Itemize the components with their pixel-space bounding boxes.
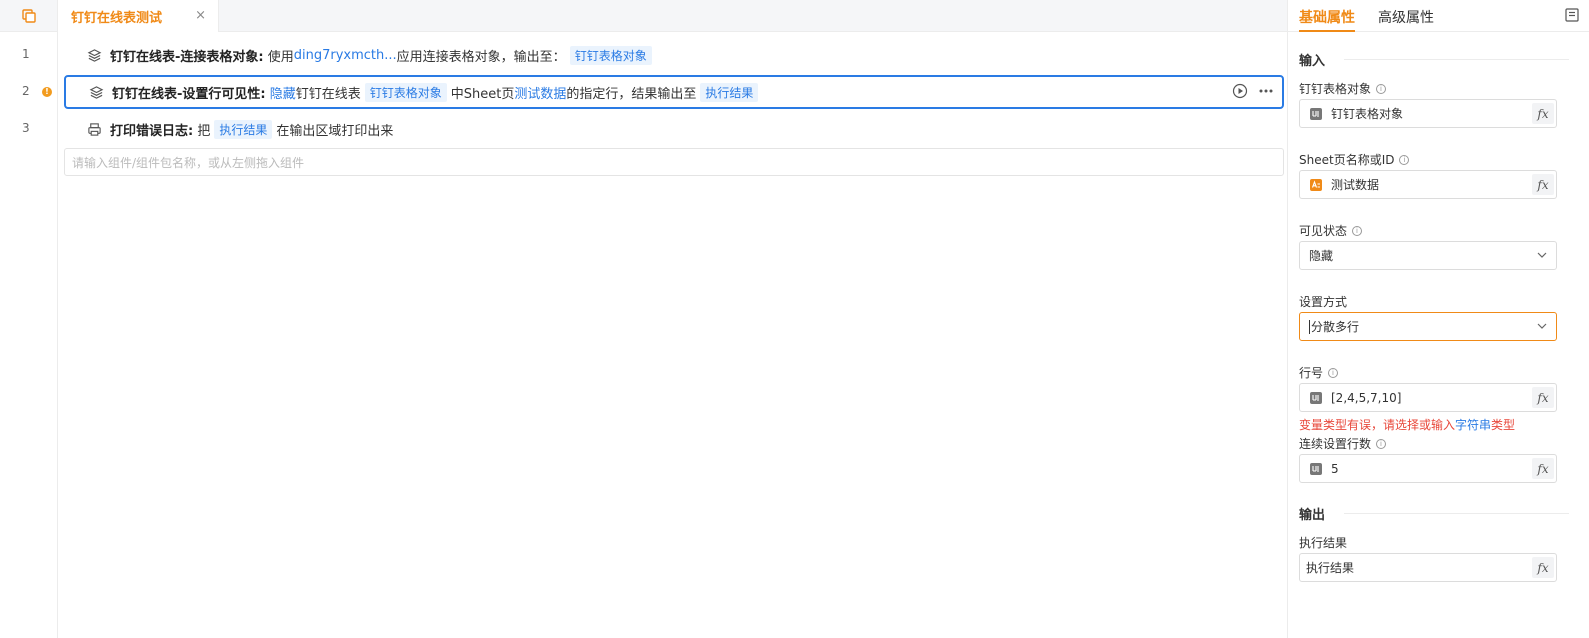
variable-icon [1309, 107, 1323, 121]
sheet-link[interactable]: 测试数据 [514, 83, 566, 102]
label-text: 执行结果 [1299, 536, 1348, 550]
output-section-title: 输出 [1299, 508, 1326, 523]
field-value: 测试数据 [1331, 178, 1380, 192]
text-var-icon [1309, 178, 1323, 192]
row-actions [1232, 83, 1274, 103]
info-icon[interactable]: i [1328, 367, 1339, 378]
variable-tag[interactable]: 执行结果 [214, 119, 273, 139]
flow-step-3[interactable]: 打印错误日志: 把 执行结果 在输出区域打印出来 [64, 113, 1284, 145]
layers-icon [86, 47, 102, 63]
field-label: 行号 i [1299, 364, 1339, 381]
warning-icon[interactable]: ! [42, 87, 52, 97]
flow-step-1[interactable]: 钉钉在线表-连接表格对象: 使用 ding7ryxmcth... 应用连接表格对… [64, 39, 1284, 71]
flow-step-2[interactable]: 钉钉在线表-设置行可见性: 隐藏 钉钉在线表 钉钉表格对象 中Sheet页 测试… [64, 75, 1284, 109]
tab-label: 钉钉在线表测试 [71, 10, 163, 26]
step-text: 应用连接表格对象，输出至： [396, 49, 566, 65]
field-value: [2,4,5,7,10] [1331, 390, 1402, 405]
close-icon[interactable]: × [195, 8, 206, 23]
error-text: 变量类型有误，请选择或输入 [1299, 418, 1456, 432]
info-icon[interactable]: i [1376, 83, 1387, 94]
set-mode-select[interactable]: 分散多行 [1299, 312, 1557, 341]
tab-bar: 钉钉在线表测试 × [58, 0, 1287, 32]
line-number-2: 2 [22, 84, 30, 98]
step-title: 打印错误日志: [110, 123, 194, 139]
sheet-name-field[interactable]: 测试数据 fx [1299, 170, 1557, 199]
label-text: 钉钉表格对象 [1299, 82, 1372, 96]
variable-tag[interactable]: 钉钉表格对象 [364, 82, 447, 102]
layers-icon [88, 84, 104, 100]
error-text: 类型 [1491, 418, 1516, 432]
fx-button[interactable]: fx [1532, 557, 1554, 578]
chevron-down-icon [1536, 249, 1548, 264]
fx-button[interactable]: fx [1532, 458, 1554, 479]
label-text: 连续设置行数 [1299, 437, 1372, 451]
line-gutter: 1 2 ! 3 [0, 0, 58, 638]
chevron-down-icon [1536, 320, 1548, 335]
field-value: 执行结果 [1306, 561, 1355, 575]
field-value: 5 [1331, 461, 1339, 476]
label-text: 行号 [1299, 366, 1324, 380]
panel-tabs: 基础属性 高级属性 [1288, 0, 1589, 32]
label-text: 可见状态 [1299, 224, 1348, 238]
select-value: 分散多行 [1311, 320, 1360, 334]
label-text: Sheet页名称或ID [1299, 153, 1395, 167]
workspace-toggle[interactable] [0, 0, 57, 32]
variable-icon [1309, 391, 1323, 405]
visibility-link[interactable]: 隐藏 [270, 83, 296, 102]
step-text: 钉钉在线表 [295, 86, 361, 102]
variable-tag[interactable]: 执行结果 [700, 82, 759, 102]
input-section-title: 输入 [1299, 54, 1326, 69]
line-number-1: 1 [22, 47, 30, 61]
variable-icon [1309, 462, 1323, 476]
visible-state-select[interactable]: 隐藏 [1299, 241, 1557, 270]
field-label: Sheet页名称或ID i [1299, 151, 1410, 168]
tab-dingtalk-test[interactable]: 钉钉在线表测试 × [58, 0, 219, 32]
field-label: 钉钉表格对象 i [1299, 80, 1387, 97]
error-type-link: 字符串 [1455, 418, 1492, 432]
printer-icon [86, 121, 102, 137]
label-text: 设置方式 [1299, 295, 1348, 309]
info-icon[interactable]: i [1376, 438, 1387, 449]
text-caret [1309, 319, 1310, 334]
line-number-3: 3 [22, 121, 30, 135]
fx-button[interactable]: fx [1532, 174, 1554, 195]
field-label: 可见状态 i [1299, 222, 1363, 239]
step-text: 使用 [267, 49, 294, 65]
result-output-field[interactable]: 执行结果 fx [1299, 553, 1557, 582]
fx-button[interactable]: fx [1532, 387, 1554, 408]
select-value: 隐藏 [1309, 249, 1334, 263]
field-label: 执行结果 [1299, 534, 1347, 551]
tab-basic-properties[interactable]: 基础属性 [1299, 7, 1355, 27]
table-object-field[interactable]: 钉钉表格对象 fx [1299, 99, 1557, 128]
field-label: 设置方式 [1299, 293, 1347, 310]
divider [1344, 59, 1569, 60]
step-text: 中Sheet页 [450, 86, 515, 102]
app-link[interactable]: ding7ryxmcth... [294, 48, 397, 63]
properties-panel: 基础属性 高级属性 输入 钉钉表格对象 i 钉钉表格对象 fx Sheet页名称… [1287, 0, 1589, 638]
active-tab-underline [1299, 30, 1355, 32]
error-message: 变量类型有误，请选择或输入字符串类型 [1299, 416, 1515, 433]
step-title: 钉钉在线表-设置行可见性: [112, 86, 266, 102]
divider [1344, 513, 1569, 514]
step-text: 把 [197, 123, 211, 139]
step-text: 在输出区域打印出来 [276, 123, 394, 139]
row-numbers-field[interactable]: [2,4,5,7,10] fx [1299, 383, 1557, 412]
info-icon[interactable]: i [1399, 154, 1410, 165]
field-value: 钉钉表格对象 [1331, 107, 1404, 121]
more-icon[interactable] [1258, 83, 1274, 103]
row-count-field[interactable]: 5 fx [1299, 454, 1557, 483]
tab-advanced-properties[interactable]: 高级属性 [1378, 7, 1434, 27]
step-title: 钉钉在线表-连接表格对象: [110, 49, 264, 65]
info-icon[interactable]: i [1352, 225, 1363, 236]
field-label: 连续设置行数 i [1299, 435, 1387, 452]
add-component-input[interactable]: 请输入组件/组件包名称，或从左侧拖入组件 [64, 148, 1284, 176]
step-text: 的指定行，结果输出至 [566, 86, 697, 102]
app-window: 1 2 ! 3 钉钉在线表测试 × 钉钉在线表-连接表格对象: 使用 ding7… [0, 0, 1589, 638]
panel-toggle-icon[interactable] [1565, 8, 1579, 26]
variable-tag[interactable]: 钉钉表格对象 [569, 45, 652, 65]
play-icon[interactable] [1232, 83, 1248, 103]
workspace-icon [21, 8, 36, 23]
fx-button[interactable]: fx [1532, 103, 1554, 124]
